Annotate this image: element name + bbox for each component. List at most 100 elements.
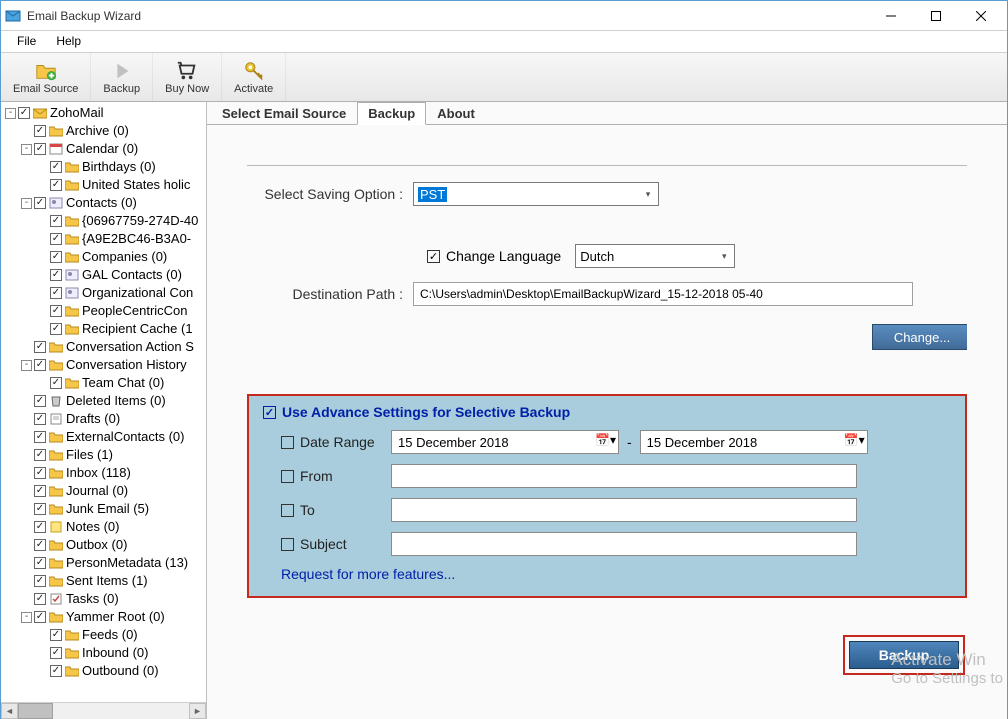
toolbar-email-source[interactable]: Email Source (1, 53, 91, 101)
tree-item[interactable]: ✓GAL Contacts (0) (1, 266, 206, 284)
tree-item[interactable]: ✓Inbox (118) (1, 464, 206, 482)
tree-item[interactable]: ✓Drafts (0) (1, 410, 206, 428)
tree-checkbox[interactable]: ✓ (50, 377, 62, 389)
tree-item[interactable]: ✓Sent Items (1) (1, 572, 206, 590)
tree-checkbox[interactable]: ✓ (34, 503, 46, 515)
tree-item[interactable]: ✓Outbound (0) (1, 662, 206, 680)
tree-checkbox[interactable]: ✓ (34, 467, 46, 479)
tree-checkbox[interactable]: ✓ (50, 323, 62, 335)
change-button[interactable]: Change... (872, 324, 967, 350)
tree-item[interactable]: ✓Organizational Con (1, 284, 206, 302)
advanced-settings-checkbox[interactable]: ✓ (263, 406, 276, 419)
tree-item[interactable]: ✓Inbound (0) (1, 644, 206, 662)
tree-checkbox[interactable]: ✓ (34, 413, 46, 425)
tree-checkbox[interactable]: ✓ (50, 269, 62, 281)
maximize-button[interactable] (913, 1, 958, 30)
tree-checkbox[interactable]: ✓ (34, 359, 46, 371)
scroll-track[interactable] (18, 703, 189, 719)
change-language-checkbox[interactable]: ✓ (427, 250, 440, 263)
tree-checkbox[interactable]: ✓ (50, 215, 62, 227)
tab-backup[interactable]: Backup (357, 102, 426, 125)
scroll-thumb[interactable] (18, 703, 53, 719)
tree-item[interactable]: ✓PeopleCentricCon (1, 302, 206, 320)
tree-item[interactable]: ✓Team Chat (0) (1, 374, 206, 392)
expander-icon[interactable]: - (21, 360, 32, 371)
tree-item[interactable]: ✓Files (1) (1, 446, 206, 464)
expander-icon[interactable]: - (21, 144, 32, 155)
tree-item[interactable]: ✓Conversation Action S (1, 338, 206, 356)
toolbar-buy-now[interactable]: Buy Now (153, 53, 222, 101)
tree-item[interactable]: -✓Contacts (0) (1, 194, 206, 212)
tree-checkbox[interactable]: ✓ (34, 557, 46, 569)
language-select[interactable]: Dutch ▾ (575, 244, 735, 268)
tree-checkbox[interactable]: ✓ (50, 233, 62, 245)
tree-item[interactable]: ✓{06967759-274D-40 (1, 212, 206, 230)
folder-tree[interactable]: -✓ZohoMail✓Archive (0)-✓Calendar (0)✓Bir… (1, 102, 206, 682)
tree-item[interactable]: ✓Feeds (0) (1, 626, 206, 644)
tree-item[interactable]: ✓United States holic (1, 176, 206, 194)
tree-item[interactable]: ✓PersonMetadata (13) (1, 554, 206, 572)
tree-item[interactable]: -✓Yammer Root (0) (1, 608, 206, 626)
tree-item[interactable]: ✓Archive (0) (1, 122, 206, 140)
tree-item[interactable]: ✓Outbox (0) (1, 536, 206, 554)
tree-checkbox[interactable]: ✓ (50, 629, 62, 641)
tree-checkbox[interactable]: ✓ (34, 431, 46, 443)
tab-select-source[interactable]: Select Email Source (211, 102, 357, 125)
tree-item[interactable]: ✓Journal (0) (1, 482, 206, 500)
tree-checkbox[interactable]: ✓ (50, 287, 62, 299)
toolbar-backup[interactable]: Backup (91, 53, 153, 101)
menu-file[interactable]: File (7, 31, 46, 52)
expander-icon[interactable]: - (5, 108, 16, 119)
toolbar-activate[interactable]: Activate (222, 53, 286, 101)
menu-help[interactable]: Help (46, 31, 91, 52)
to-checkbox[interactable] (281, 504, 294, 517)
tree-checkbox[interactable]: ✓ (34, 395, 46, 407)
tree-item[interactable]: ✓Notes (0) (1, 518, 206, 536)
tree-checkbox[interactable]: ✓ (34, 575, 46, 587)
date-to-input[interactable]: 15 December 2018📅▾ (640, 430, 868, 454)
tree-checkbox[interactable]: ✓ (50, 647, 62, 659)
tree-checkbox[interactable]: ✓ (34, 449, 46, 461)
tree-checkbox[interactable]: ✓ (50, 665, 62, 677)
tree-item[interactable]: -✓Calendar (0) (1, 140, 206, 158)
scroll-right-button[interactable]: ► (189, 703, 206, 719)
tree-checkbox[interactable]: ✓ (50, 251, 62, 263)
minimize-button[interactable] (868, 1, 913, 30)
tree-item[interactable]: ✓Deleted Items (0) (1, 392, 206, 410)
subject-input[interactable] (391, 532, 857, 556)
tree-checkbox[interactable]: ✓ (18, 107, 30, 119)
destination-input[interactable] (413, 282, 913, 306)
backup-button[interactable]: Backup (849, 641, 959, 669)
tree-h-scrollbar[interactable]: ◄ ► (1, 702, 206, 719)
from-checkbox[interactable] (281, 470, 294, 483)
tree-checkbox[interactable]: ✓ (50, 305, 62, 317)
tree-checkbox[interactable]: ✓ (50, 179, 62, 191)
tree-checkbox[interactable]: ✓ (34, 611, 46, 623)
tree-item[interactable]: ✓Companies (0) (1, 248, 206, 266)
close-button[interactable] (958, 1, 1003, 30)
tree-checkbox[interactable]: ✓ (34, 521, 46, 533)
subject-checkbox[interactable] (281, 538, 294, 551)
tree-item[interactable]: ✓Junk Email (5) (1, 500, 206, 518)
tree-item[interactable]: -✓ZohoMail (1, 104, 206, 122)
tree-checkbox[interactable]: ✓ (34, 341, 46, 353)
tree-item[interactable]: -✓Conversation History (1, 356, 206, 374)
date-range-checkbox[interactable] (281, 436, 294, 449)
to-input[interactable] (391, 498, 857, 522)
tab-about[interactable]: About (426, 102, 486, 125)
tree-item[interactable]: ✓Recipient Cache (1 (1, 320, 206, 338)
tree-checkbox[interactable]: ✓ (34, 539, 46, 551)
tree-item[interactable]: ✓ExternalContacts (0) (1, 428, 206, 446)
tree-item[interactable]: ✓Tasks (0) (1, 590, 206, 608)
tree-checkbox[interactable]: ✓ (50, 161, 62, 173)
tree-checkbox[interactable]: ✓ (34, 197, 46, 209)
from-input[interactable] (391, 464, 857, 488)
tree-item[interactable]: ✓Birthdays (0) (1, 158, 206, 176)
expander-icon[interactable]: - (21, 198, 32, 209)
saving-option-select[interactable]: PST ▾ (413, 182, 659, 206)
request-features-link[interactable]: Request for more features... (281, 566, 947, 582)
date-from-input[interactable]: 15 December 2018📅▾ (391, 430, 619, 454)
tree-checkbox[interactable]: ✓ (34, 125, 46, 137)
tree-checkbox[interactable]: ✓ (34, 485, 46, 497)
expander-icon[interactable]: - (21, 612, 32, 623)
